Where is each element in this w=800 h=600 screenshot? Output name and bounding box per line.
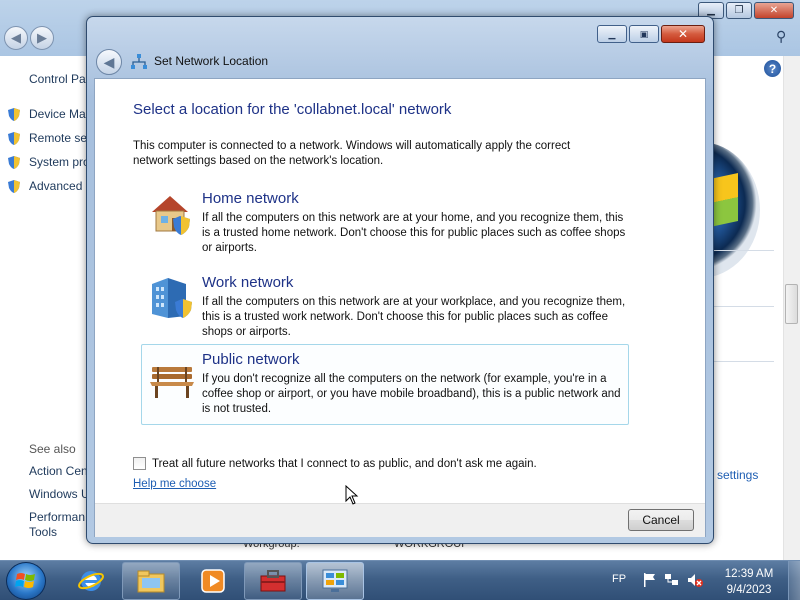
sidebar-item-system-protection[interactable]: System pro <box>29 155 90 169</box>
minimize-button[interactable]: ▁ <box>597 25 627 43</box>
taskbar-internet-explorer[interactable] <box>62 562 120 600</box>
treat-as-public-checkbox[interactable] <box>133 457 146 470</box>
home-network-description: If all the computers on this network are… <box>202 212 626 254</box>
network-status-icon[interactable] <box>664 572 680 588</box>
bg-window-controls: ▁ ❐ ✕ <box>698 2 794 19</box>
divider <box>714 250 774 251</box>
dialog-content: Select a location for the 'collabnet.loc… <box>94 78 706 537</box>
bg-nav-buttons: ◀ ▶ <box>4 26 54 50</box>
shield-icon <box>7 155 21 170</box>
language-indicator[interactable]: FP <box>612 573 626 585</box>
windows-explorer-icon <box>137 570 165 593</box>
home-network-option[interactable]: Home network If all the computers on thi… <box>141 183 629 263</box>
intro-text: This computer is connected to a network.… <box>133 140 571 167</box>
bg-close-button[interactable]: ✕ <box>754 2 794 19</box>
treat-as-public-label[interactable]: Treat all future networks that I connect… <box>152 458 537 470</box>
help-me-choose-link[interactable]: Help me choose <box>133 478 216 490</box>
clock-time: 12:39 AM <box>724 568 774 580</box>
sidebar-control-panel-home[interactable]: Control Pa <box>29 72 86 86</box>
change-settings-link[interactable]: settings <box>717 468 758 482</box>
bg-scrollbar-thumb[interactable] <box>785 284 798 324</box>
windows-logo-icon <box>15 573 35 588</box>
work-network-description: If all the computers on this network are… <box>202 296 626 338</box>
divider <box>714 306 774 307</box>
treat-as-public-checkbox-row[interactable]: Treat all future networks that I connect… <box>133 457 537 470</box>
set-network-location-dialog: ▁ ▣ ✕ ◀ Set Network Location Select a lo… <box>86 16 714 544</box>
show-desktop-button[interactable] <box>788 561 800 600</box>
taskbar: FP 12:39 AM 9/4/2023 <box>0 560 800 600</box>
sidebar-link-performance[interactable]: Performan <box>29 510 85 524</box>
taskbar-windows-explorer[interactable] <box>122 562 180 600</box>
toolbox-app-icon <box>260 570 286 592</box>
control-panel-icon <box>322 569 348 592</box>
clock-date: 9/4/2023 <box>726 584 772 596</box>
dialog-footer: Cancel <box>95 503 705 537</box>
shield-icon <box>7 131 21 146</box>
bg-forward-button[interactable]: ▶ <box>30 26 54 50</box>
public-network-title: Public network <box>202 351 300 368</box>
system-tray <box>642 572 703 588</box>
media-player-icon <box>201 569 225 593</box>
back-arrow-icon[interactable]: ◀ <box>96 49 122 75</box>
volume-muted-icon[interactable] <box>687 572 703 588</box>
action-center-flag-icon[interactable] <box>642 572 657 588</box>
internet-explorer-icon <box>78 571 104 591</box>
home-network-icon <box>152 196 190 235</box>
work-network-option[interactable]: Work network If all the computers on thi… <box>141 267 629 347</box>
public-network-bench-icon <box>150 367 194 398</box>
bg-back-button[interactable]: ◀ <box>4 26 28 50</box>
network-icon <box>131 54 147 69</box>
help-icon[interactable]: ? <box>764 60 781 77</box>
home-network-title: Home network <box>202 190 299 207</box>
public-network-description: If you don't recognize all the computers… <box>202 373 621 415</box>
sidebar-item-remote-settings[interactable]: Remote se <box>29 131 87 145</box>
work-network-icon <box>152 278 192 318</box>
taskbar-media-player[interactable] <box>184 562 242 600</box>
divider <box>714 361 774 362</box>
bg-maximize-button[interactable]: ❐ <box>726 2 752 19</box>
search-icon[interactable]: ⚲ <box>776 28 786 45</box>
sidebar-item-advanced[interactable]: Advanced <box>29 179 82 193</box>
shield-icon <box>7 107 21 122</box>
taskbar-toolbox-app[interactable] <box>244 562 302 600</box>
taskbar-control-panel[interactable] <box>306 562 364 600</box>
public-network-option[interactable]: Public network If you don't recognize al… <box>141 344 629 425</box>
start-button[interactable] <box>6 562 46 600</box>
cancel-button[interactable]: Cancel <box>628 509 694 531</box>
sidebar-link-action-center[interactable]: Action Cen <box>29 464 88 478</box>
sidebar-link-tools[interactable]: Tools <box>29 525 57 539</box>
page-heading: Select a location for the 'collabnet.loc… <box>133 101 452 118</box>
close-button[interactable]: ✕ <box>661 25 705 43</box>
sidebar-link-windows-update[interactable]: Windows U <box>29 487 90 501</box>
maximize-button[interactable]: ▣ <box>629 25 659 43</box>
dialog-title: Set Network Location <box>154 54 269 68</box>
see-also-heading: See also <box>29 442 76 456</box>
shield-icon <box>7 179 21 194</box>
work-network-title: Work network <box>202 274 294 291</box>
bg-sidebar: Control Pa Device Mar Remote se System p… <box>0 56 90 560</box>
dialog-window-controls: ▁ ▣ ✕ <box>597 25 705 43</box>
clock[interactable]: 12:39 AM 9/4/2023 <box>716 566 782 598</box>
mouse-cursor-icon <box>345 485 359 505</box>
sidebar-item-device-manager[interactable]: Device Mar <box>29 107 90 121</box>
